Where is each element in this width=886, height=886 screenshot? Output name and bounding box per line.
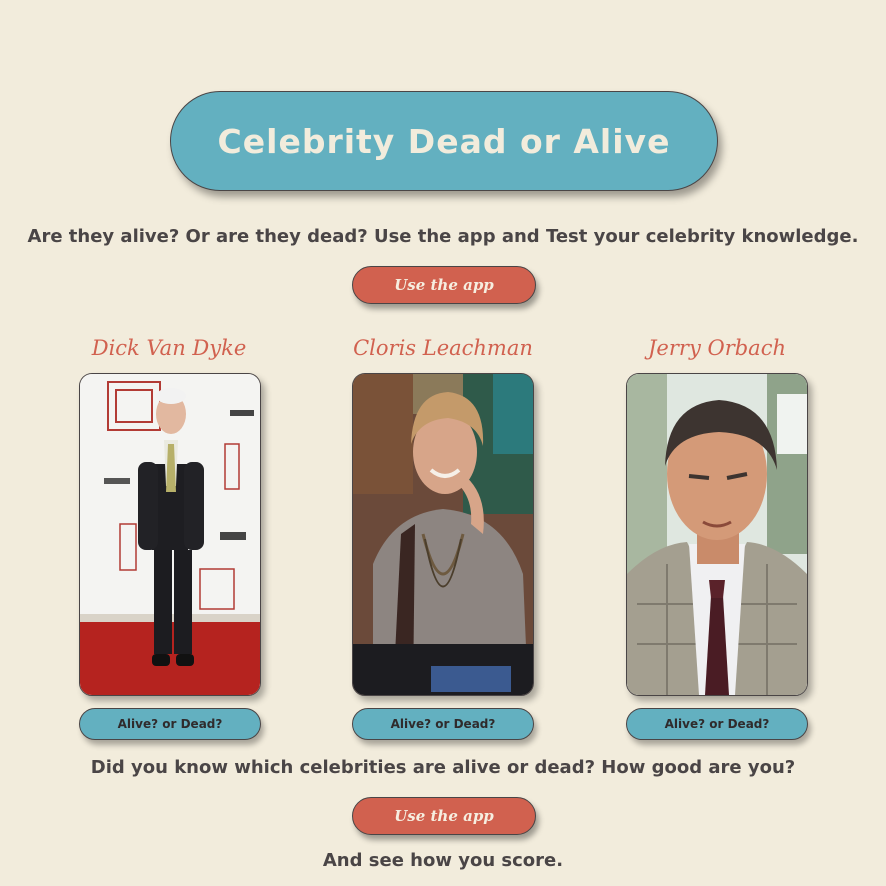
intro-tagline: Are they alive? Or are they dead? Use th…: [27, 226, 859, 247]
celebrity-photo-jerry-orbach: [626, 373, 808, 696]
page: Celebrity Dead or Alive Are they alive? …: [0, 0, 886, 886]
alive-or-dead-button-cloris-leachman[interactable]: Alive? or Dead?: [352, 708, 534, 740]
use-app-button-bottom[interactable]: Use the app: [352, 797, 536, 835]
alive-or-dead-button-dick-van-dyke[interactable]: Alive? or Dead?: [79, 708, 261, 740]
celebrity-photo-cloris-leachman: [352, 373, 534, 696]
page-title: Celebrity Dead or Alive: [170, 91, 718, 191]
celebrity-name-cloris-leachman: Cloris Leachman: [353, 336, 533, 360]
footer-text: And see how you score.: [322, 850, 564, 871]
celebrity-photo-dick-van-dyke: [79, 373, 261, 696]
outro-question: Did you know which celebrities are alive…: [90, 757, 796, 778]
celebrity-name-jerry-orbach: Jerry Orbach: [648, 336, 786, 360]
use-app-button-top[interactable]: Use the app: [352, 266, 536, 304]
celebrity-name-dick-van-dyke: Dick Van Dyke: [91, 336, 247, 360]
alive-or-dead-button-jerry-orbach[interactable]: Alive? or Dead?: [626, 708, 808, 740]
